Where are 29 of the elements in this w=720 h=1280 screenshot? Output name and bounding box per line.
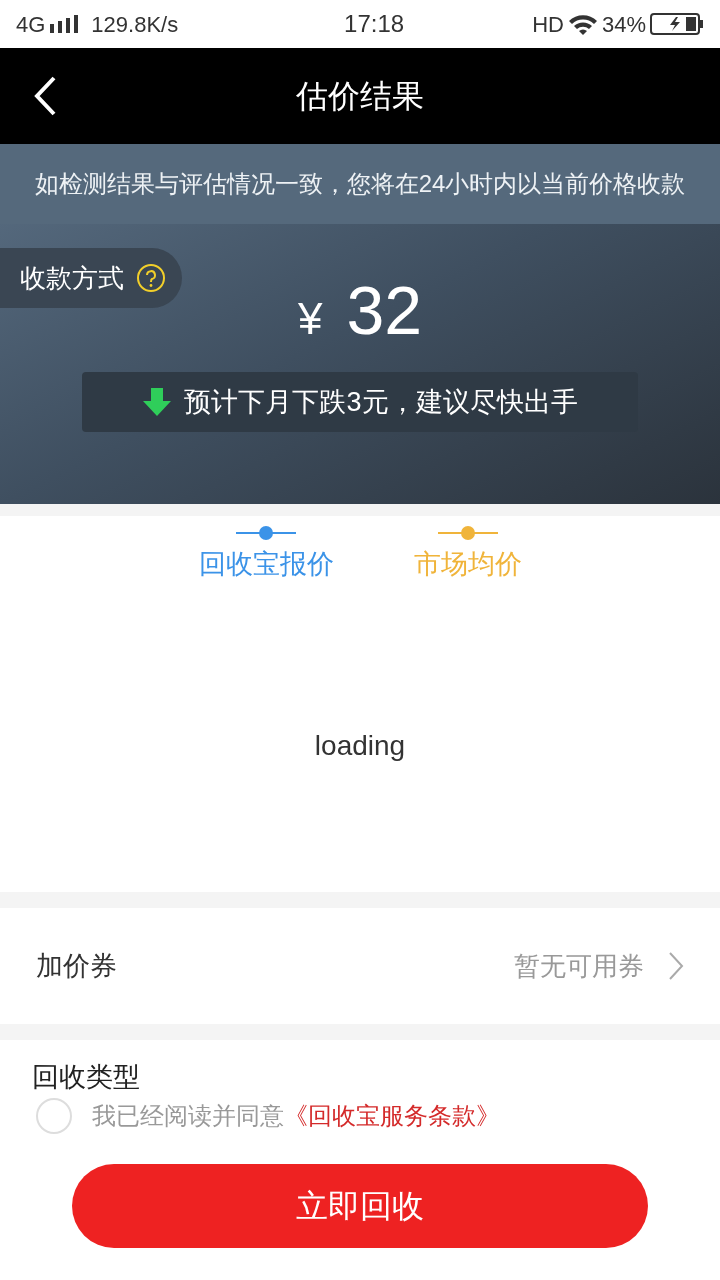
coupon-value: 暂无可用券 bbox=[514, 949, 644, 983]
currency-symbol: ¥ bbox=[297, 293, 323, 345]
clock: 17:18 bbox=[343, 9, 406, 39]
page-title: 估价结果 bbox=[296, 77, 424, 116]
coupon-label: 加价券 bbox=[36, 949, 118, 983]
battery-percent: 34% bbox=[601, 10, 646, 39]
legend-label: 市场均价 bbox=[413, 548, 522, 581]
back-icon bbox=[32, 75, 58, 117]
down-arrow-icon bbox=[142, 388, 173, 416]
coupon-row[interactable]: 加价券 暂无可用券 bbox=[0, 908, 720, 1024]
loading-text: loading bbox=[314, 728, 406, 763]
signal-icon bbox=[49, 15, 80, 33]
agreement-text: 我已经阅读并同意《回收宝服务条款》 bbox=[92, 1101, 500, 1131]
price-amount: 32 bbox=[346, 271, 423, 350]
network-speed: 129.8K/s bbox=[91, 10, 179, 39]
payment-method-button[interactable]: 收款方式 bbox=[0, 248, 182, 308]
wifi-icon bbox=[567, 13, 598, 35]
notice-text: 如检测结果与评估情况一致，您将在24小时内以当前价格收款 bbox=[34, 169, 686, 199]
hd-indicator: HD bbox=[532, 10, 564, 39]
help-icon bbox=[136, 263, 166, 293]
terms-link[interactable]: 《回收宝服务条款》 bbox=[284, 1102, 500, 1129]
agree-checkbox[interactable] bbox=[36, 1098, 72, 1134]
recycle-type-label: 回收类型 bbox=[32, 1062, 141, 1092]
chevron-right-icon bbox=[668, 951, 684, 981]
legend-label: 回收宝报价 bbox=[198, 548, 334, 581]
recycle-now-button[interactable]: 立即回收 bbox=[72, 1164, 648, 1248]
battery-icon bbox=[650, 13, 704, 35]
network-type: 4G bbox=[16, 10, 46, 39]
trend-text: 预计下月下跌3元，建议尽快出手 bbox=[184, 385, 578, 419]
